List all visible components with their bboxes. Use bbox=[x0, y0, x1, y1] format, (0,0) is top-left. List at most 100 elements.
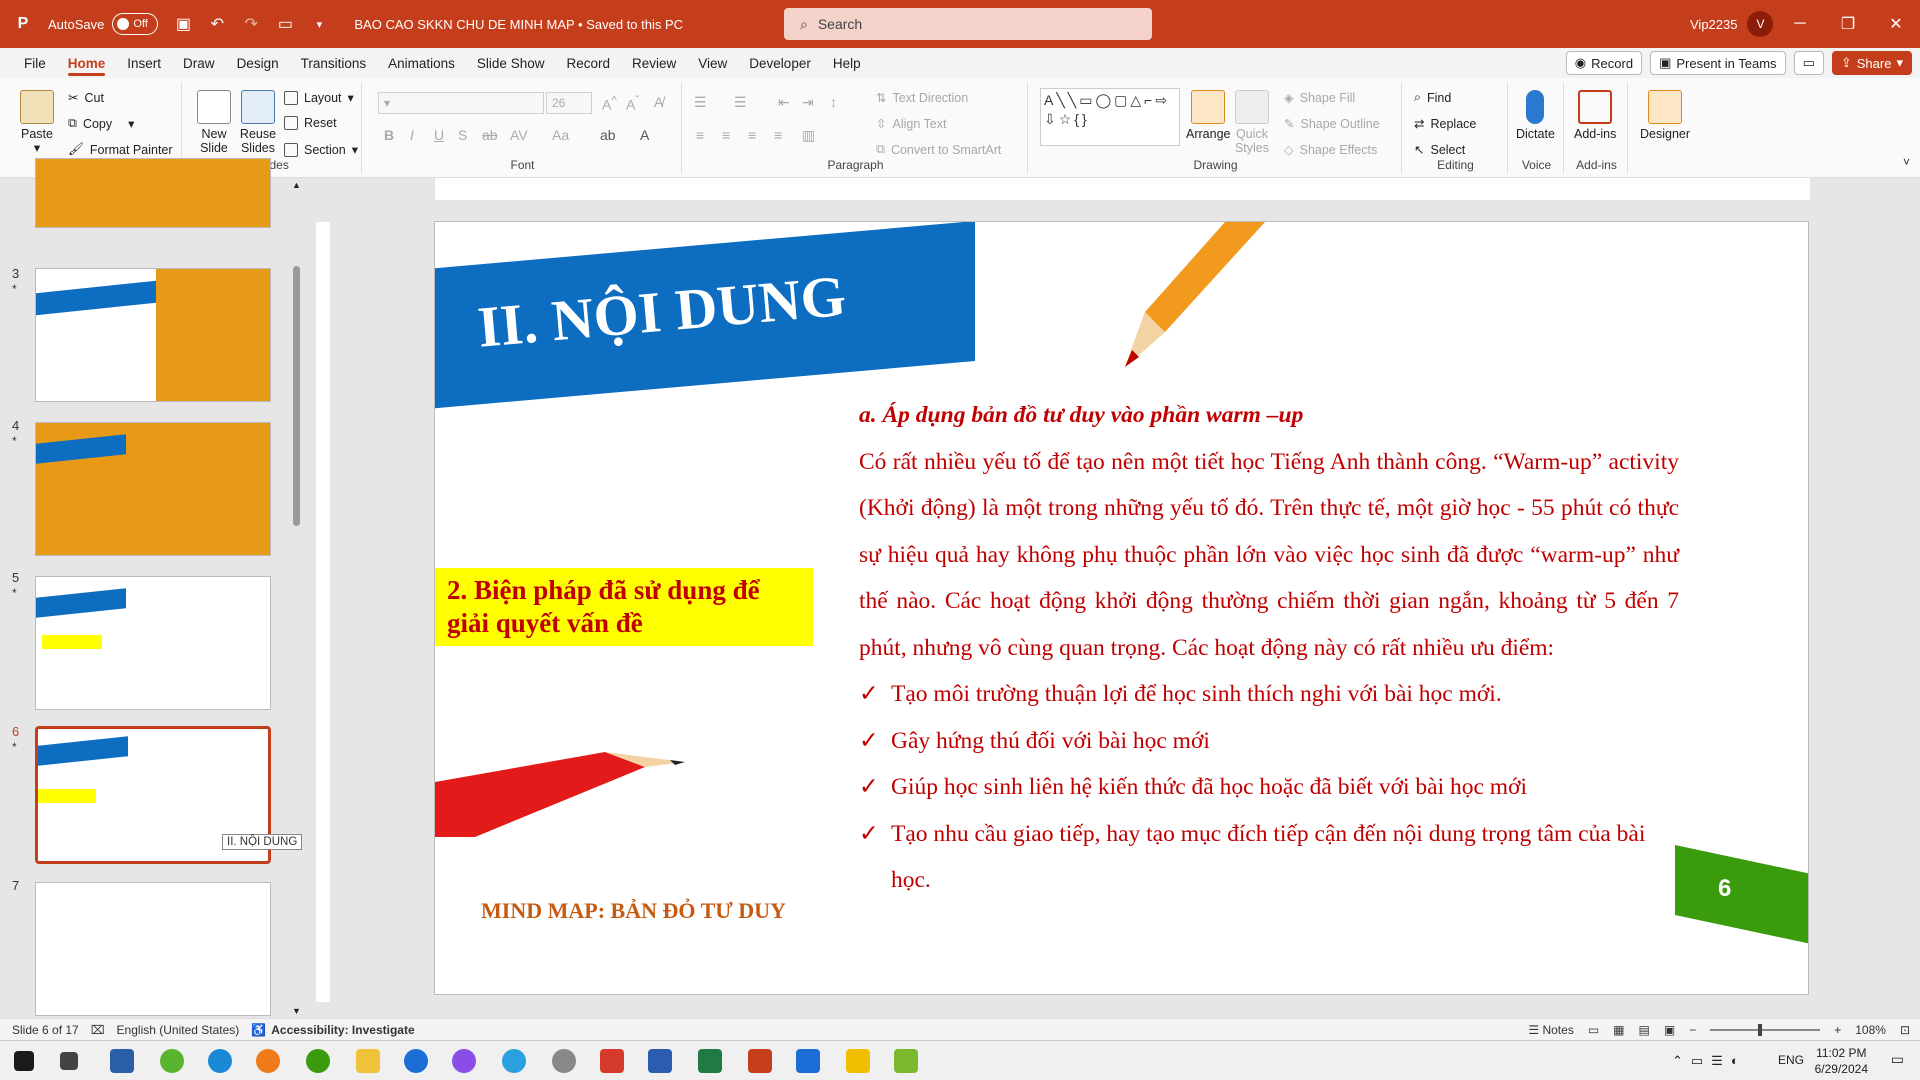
increase-font-icon[interactable]: A^ bbox=[602, 94, 617, 113]
app-red-icon[interactable] bbox=[600, 1049, 624, 1073]
scroll-up-icon[interactable]: ▲ bbox=[292, 180, 301, 190]
align-center-icon[interactable]: ≡ bbox=[722, 127, 730, 143]
scroll-down-icon[interactable]: ▼ bbox=[292, 1006, 301, 1016]
collapse-ribbon-icon[interactable]: ˅ bbox=[1903, 155, 1910, 169]
scroll-thumb[interactable] bbox=[293, 266, 300, 526]
align-right-icon[interactable]: ≡ bbox=[748, 127, 756, 143]
reuse-slides-button[interactable]: Reuse Slides bbox=[238, 90, 278, 155]
excel-icon[interactable] bbox=[698, 1049, 722, 1073]
zoom-slider[interactable] bbox=[1710, 1024, 1821, 1036]
app-blue-icon[interactable] bbox=[796, 1049, 820, 1073]
format-painter-button[interactable]: 🖌 Format Painter bbox=[68, 142, 173, 157]
arrange-button[interactable]: Arrange bbox=[1186, 90, 1230, 141]
fit-to-window-icon[interactable]: ⊡ bbox=[1900, 1023, 1910, 1037]
document-title[interactable]: BAO CAO SKKN CHU DE MINH MAP • Saved to … bbox=[354, 17, 683, 32]
arrow-down-shape-icon[interactable]: ⇩ bbox=[1044, 110, 1056, 129]
italic-icon[interactable]: I bbox=[410, 127, 414, 143]
tab-insert[interactable]: Insert bbox=[116, 48, 172, 78]
dictate-button[interactable]: Dictate bbox=[1516, 90, 1555, 141]
designer-button[interactable]: Designer bbox=[1640, 90, 1690, 141]
edge-icon[interactable] bbox=[208, 1049, 232, 1073]
autosave-toggle[interactable]: Off bbox=[112, 13, 159, 35]
redo-icon[interactable]: ↷ bbox=[234, 0, 268, 48]
tab-view[interactable]: View bbox=[687, 48, 738, 78]
layout-button[interactable]: Layout ▾ bbox=[284, 90, 354, 105]
quick-styles-button[interactable]: Quick Styles bbox=[1232, 90, 1272, 155]
tab-animations[interactable]: Animations bbox=[377, 48, 466, 78]
save-icon[interactable]: ▣ bbox=[166, 0, 200, 48]
shape-outline-button[interactable]: ✎ Shape Outline bbox=[1284, 116, 1380, 132]
slide-thumbnail-5[interactable] bbox=[35, 576, 271, 710]
zoom-out-icon[interactable]: − bbox=[1689, 1023, 1696, 1037]
replace-button[interactable]: ⇄ Replace bbox=[1414, 116, 1476, 132]
bullets-icon[interactable]: ☰ bbox=[694, 94, 707, 111]
powerpoint-icon[interactable] bbox=[748, 1049, 772, 1073]
zoom-level[interactable]: 108% bbox=[1855, 1023, 1886, 1037]
brace-shape-icon[interactable]: { bbox=[1074, 110, 1079, 129]
task-view-icon[interactable] bbox=[60, 1052, 78, 1070]
strikethrough-icon[interactable]: ab bbox=[482, 127, 498, 143]
change-case-icon[interactable]: Aa bbox=[552, 127, 569, 143]
zoom-slider-thumb[interactable] bbox=[1758, 1024, 1763, 1036]
oval-shape-icon[interactable]: ◯ bbox=[1095, 91, 1111, 110]
tab-slide-show[interactable]: Slide Show bbox=[466, 48, 556, 78]
textbox-shape-icon[interactable]: A bbox=[1044, 91, 1053, 110]
app-green-icon[interactable] bbox=[160, 1049, 184, 1073]
tray-icons[interactable]: ⌃▭☰◐ bbox=[1672, 1053, 1747, 1069]
font-name-box[interactable]: ▾ bbox=[378, 92, 544, 114]
font-color-icon[interactable]: A bbox=[640, 127, 649, 143]
telegram-icon[interactable] bbox=[502, 1049, 526, 1073]
clock[interactable]: 11:02 PM 6/29/2024 bbox=[1815, 1045, 1868, 1077]
language-indicator[interactable]: English (United States) bbox=[117, 1023, 240, 1037]
zalo-icon[interactable] bbox=[404, 1049, 428, 1073]
content-textbox[interactable]: a. Áp dụng bản đồ tư duy vào phần warm –… bbox=[859, 392, 1679, 904]
close-icon[interactable]: ✕ bbox=[1872, 0, 1920, 48]
chrome-icon[interactable] bbox=[306, 1049, 330, 1073]
user-account[interactable]: Vip2235 V bbox=[1690, 0, 1774, 48]
firefox-icon[interactable] bbox=[256, 1049, 280, 1073]
tab-developer[interactable]: Developer bbox=[738, 48, 822, 78]
app-yellow-icon[interactable] bbox=[846, 1049, 870, 1073]
line-shape-icon[interactable]: ╲ bbox=[1068, 91, 1076, 110]
present-in-teams-button[interactable]: ▣ Present in Teams bbox=[1650, 51, 1786, 75]
present-from-start-icon[interactable]: ▭ bbox=[268, 0, 302, 48]
slide-thumbnail-2[interactable] bbox=[35, 158, 271, 228]
customize-toolbar-icon[interactable]: ▾ bbox=[302, 0, 336, 48]
app-green-icon[interactable] bbox=[894, 1049, 918, 1073]
start-icon[interactable] bbox=[14, 1051, 34, 1071]
arrow-shape-icon[interactable]: ⇨ bbox=[1155, 91, 1167, 110]
shapes-gallery[interactable]: A ╲ ╲ ▭ ◯ ▢ △ ⌐ ⇨ ⇩ ☆{} bbox=[1040, 88, 1180, 146]
spellcheck-icon[interactable]: ⌧ bbox=[91, 1023, 105, 1037]
rectangle-shape-icon[interactable]: ▭ bbox=[1079, 91, 1092, 110]
increase-indent-icon[interactable]: ⇥ bbox=[802, 94, 814, 111]
find-button[interactable]: ⌕ Find bbox=[1414, 90, 1451, 105]
tab-home[interactable]: Home bbox=[57, 48, 117, 78]
text-direction-button[interactable]: ⇅ Text Direction bbox=[876, 90, 968, 106]
slide-canvas[interactable]: II. NỘI DUNG 2. Biện pháp đã sử dụng để … bbox=[434, 221, 1809, 995]
undo-icon[interactable]: ↶ bbox=[200, 0, 234, 48]
section-heading-box[interactable]: 2. Biện pháp đã sử dụng để giải quyết vấ… bbox=[435, 568, 813, 646]
smartart-button[interactable]: ⧉ Convert to SmartArt bbox=[876, 142, 1001, 157]
align-text-button[interactable]: ⇳ Align Text bbox=[876, 116, 946, 132]
shape-fill-button[interactable]: ◈ Shape Fill bbox=[1284, 90, 1355, 106]
section-button[interactable]: Section ▾ bbox=[284, 142, 358, 157]
language-tray[interactable]: ENG bbox=[1778, 1053, 1804, 1067]
calculator-icon[interactable] bbox=[110, 1049, 134, 1073]
accessibility-button[interactable]: ♿ Accessibility: Investigate bbox=[251, 1023, 414, 1037]
char-spacing-icon[interactable]: AV bbox=[510, 127, 528, 143]
share-button[interactable]: ⇪ Share ▾ bbox=[1831, 51, 1912, 75]
brace-shape-icon[interactable]: } bbox=[1082, 110, 1087, 129]
tab-transitions[interactable]: Transitions bbox=[290, 48, 378, 78]
line-shape-icon[interactable]: ╲ bbox=[1056, 91, 1064, 110]
restore-icon[interactable]: ❐ bbox=[1824, 0, 1872, 48]
copy-button[interactable]: ⧉ Copy ▾ bbox=[68, 116, 134, 131]
record-button[interactable]: ◉ Record bbox=[1565, 51, 1643, 75]
slideshow-view-icon[interactable]: ▣ bbox=[1664, 1023, 1675, 1037]
underline-icon[interactable]: U bbox=[434, 127, 444, 143]
triangle-shape-icon[interactable]: △ bbox=[1130, 91, 1141, 110]
reset-button[interactable]: Reset bbox=[284, 116, 337, 130]
shadow-icon[interactable]: S bbox=[458, 127, 467, 143]
bold-icon[interactable]: B bbox=[384, 127, 394, 143]
connector-shape-icon[interactable]: ⌐ bbox=[1144, 91, 1152, 110]
decrease-indent-icon[interactable]: ⇤ bbox=[778, 94, 790, 111]
